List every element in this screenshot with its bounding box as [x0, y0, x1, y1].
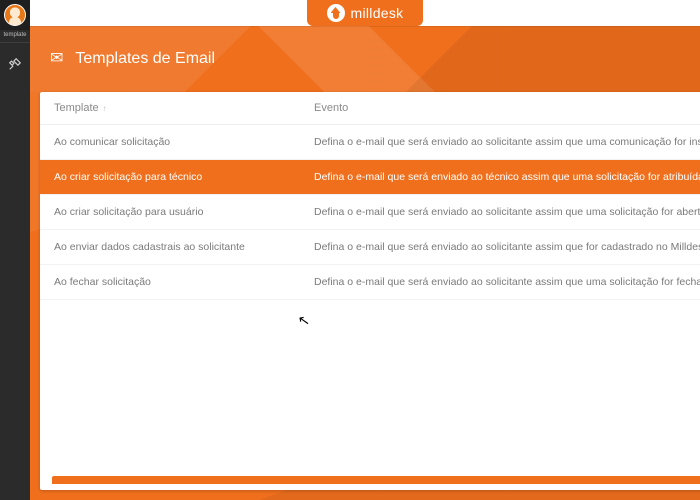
avatar[interactable] — [0, 0, 30, 30]
sidebar-current-label: template — [3, 32, 26, 38]
table-row[interactable]: Ao criar solicitação para técnicoDefina … — [40, 160, 700, 195]
sort-asc-icon: ↑ — [103, 104, 107, 113]
sidebar-divider — [0, 42, 30, 43]
cell-event: Defina o e-mail que será enviado ao técn… — [314, 171, 700, 183]
brand-badge[interactable]: milldesk — [307, 0, 424, 26]
mail-icon: ✉ — [50, 51, 63, 67]
cell-event: Defina o e-mail que será enviado ao soli… — [314, 276, 700, 288]
cell-template: Ao fechar solicitação — [54, 276, 314, 288]
column-header-template-label: Template — [54, 102, 99, 114]
top-bar: milldesk — [30, 0, 700, 26]
cell-template: Ao criar solicitação para usuário — [54, 206, 314, 218]
brand-logo-icon — [327, 4, 345, 22]
cell-template: Ao enviar dados cadastrais ao solicitant… — [54, 241, 314, 253]
column-header-event[interactable]: Evento — [314, 102, 700, 114]
table-header: Template ↑ Evento — [40, 92, 700, 125]
page-header: ✉ Templates de Email — [30, 26, 700, 92]
column-header-template[interactable]: Template ↑ — [54, 102, 314, 114]
cell-template: Ao criar solicitação para técnico — [54, 171, 314, 183]
card-background: Template ↑ Evento Ao comunicar solicitaç… — [30, 92, 700, 500]
table-row[interactable]: Ao criar solicitação para usuárioDefina … — [40, 195, 700, 230]
card-footer-strip — [52, 476, 700, 484]
tools-icon[interactable] — [0, 49, 30, 79]
main-area: milldesk ✉ Templates de Email Template ↑… — [30, 0, 700, 500]
cell-event: Defina o e-mail que será enviado ao soli… — [314, 136, 700, 148]
table-row[interactable]: Ao enviar dados cadastrais ao solicitant… — [40, 230, 700, 265]
templates-card: Template ↑ Evento Ao comunicar solicitaç… — [40, 92, 700, 490]
avatar-icon — [4, 4, 26, 26]
brand-name: milldesk — [351, 5, 404, 21]
table-row[interactable]: Ao fechar solicitaçãoDefina o e-mail que… — [40, 265, 700, 300]
cell-template: Ao comunicar solicitação — [54, 136, 314, 148]
cell-event: Defina o e-mail que será enviado ao soli… — [314, 241, 700, 253]
left-sidebar: template — [0, 0, 30, 500]
cell-event: Defina o e-mail que será enviado ao soli… — [314, 206, 700, 218]
column-header-event-label: Evento — [314, 102, 348, 114]
table-body: Ao comunicar solicitaçãoDefina o e-mail … — [40, 125, 700, 301]
page-title: Templates de Email — [75, 50, 215, 68]
table-row[interactable]: Ao comunicar solicitaçãoDefina o e-mail … — [40, 125, 700, 160]
